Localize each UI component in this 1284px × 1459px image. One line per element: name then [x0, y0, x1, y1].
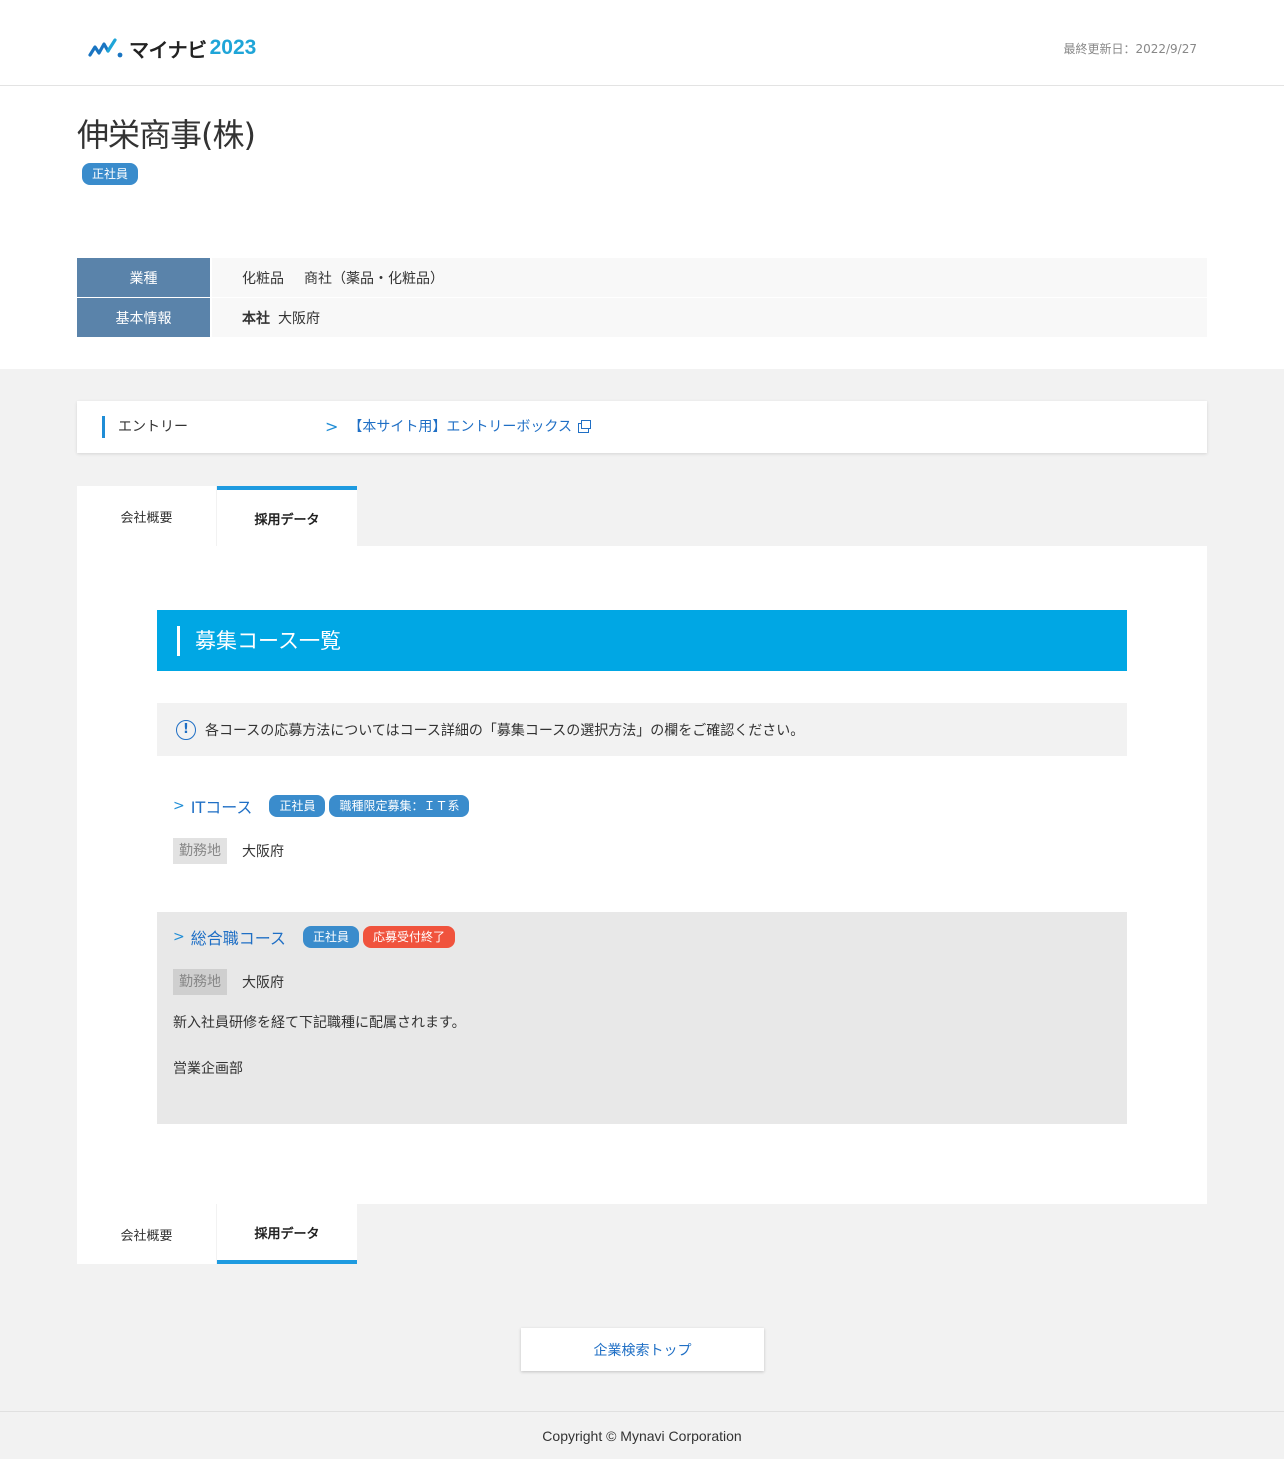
course-list-header: 募集コース一覧: [157, 610, 1127, 671]
location-label: 勤務地: [173, 838, 227, 864]
course-name[interactable]: 総合職コース: [191, 925, 286, 949]
site-header: マイナビ 2023 最終更新日：2022/9/27: [0, 0, 1284, 86]
mynavi-logo[interactable]: マイナビ 2023: [88, 34, 256, 62]
entry-box: エントリー > 【本サイト用】エントリーボックス: [77, 401, 1207, 453]
hq-value: 大阪府: [278, 310, 320, 327]
industry-value: 化粧品 商社（薬品・化粧品）: [212, 258, 1207, 297]
location-label: 勤務地: [173, 969, 227, 995]
logo-text: マイナビ: [129, 37, 207, 62]
industry-value-2: 商社（薬品・化粧品）: [304, 270, 444, 287]
tab-recruit-data[interactable]: 採用データ: [217, 1204, 357, 1264]
tab-bar-bottom: 会社概要 採用データ: [77, 1204, 357, 1264]
logo-year: 2023: [209, 36, 257, 59]
last-updated: 最終更新日：2022/9/27: [1063, 42, 1197, 56]
course-item: > 総合職コース 正社員 応募受付終了 勤務地 大阪府 新入社員研修を経て下記職…: [157, 912, 1127, 1124]
mynavi-logo-icon: [88, 38, 123, 58]
footer-copyright: Copyright © Mynavi Corporation: [0, 1411, 1284, 1459]
entry-box-link-label[interactable]: 【本サイト用】エントリーボックス: [348, 416, 572, 438]
industry-value-1: 化粧品: [242, 270, 284, 287]
recruit-content: 募集コース一覧 ! 各コースの応募方法についてはコース詳細の「募集コースの選択方…: [77, 546, 1207, 1204]
location-value: 大阪府: [242, 975, 284, 991]
job-category-badge: 職種限定募集：ＩＴ系: [329, 795, 470, 817]
basic-info-row: 基本情報 本社 大阪府: [77, 298, 1207, 337]
chevron-right-icon: >: [173, 798, 185, 814]
company-summary: 伸栄商事(株) 正社員 業種 化粧品 商社（薬品・化粧品） 基本情報 本社 大阪…: [0, 86, 1284, 369]
tab-recruit-data[interactable]: 採用データ: [217, 486, 357, 546]
course-location: 勤務地 大阪府: [173, 838, 1127, 864]
course-description: 新入社員研修を経て下記職種に配属されます。: [173, 1015, 466, 1031]
course-department: 営業企画部: [173, 1061, 243, 1077]
chevron-right-icon: >: [325, 417, 339, 436]
basic-info-value: 本社 大阪府: [212, 298, 1207, 337]
entry-box-link[interactable]: > 【本サイト用】エントリーボックス: [325, 416, 591, 438]
employment-badge: 正社員: [302, 926, 359, 948]
application-closed-badge: 応募受付終了: [362, 926, 455, 948]
course-name[interactable]: ITコース: [191, 794, 253, 818]
tab-company-overview[interactable]: 会社概要: [77, 1204, 217, 1264]
course-list-title: 募集コース一覧: [177, 626, 341, 656]
location-value: 大阪府: [242, 844, 284, 860]
course-link-general[interactable]: > 総合職コース: [173, 925, 286, 949]
course-item: > ITコース 正社員 職種限定募集：ＩＴ系 勤務地 大阪府: [157, 781, 1127, 881]
company-info-table: 業種 化粧品 商社（薬品・化粧品） 基本情報 本社 大阪府: [77, 258, 1207, 338]
industry-row: 業種 化粧品 商社（薬品・化粧品）: [77, 258, 1207, 297]
industry-label: 業種: [77, 258, 210, 297]
exclamation-icon: !: [176, 719, 196, 740]
tab-bar-top: 会社概要 採用データ: [77, 486, 357, 546]
course-link-it[interactable]: > ITコース: [173, 794, 252, 818]
tab-company-overview[interactable]: 会社概要: [77, 486, 217, 546]
company-name: 伸栄商事(株): [77, 116, 256, 154]
employment-badge: 正社員: [269, 795, 326, 817]
course-head: > 総合職コース 正社員 応募受付終了: [173, 925, 1127, 949]
notice-text: 各コースの応募方法についてはコース詳細の「募集コースの選択方法」の欄をご確認くだ…: [205, 722, 805, 739]
hq-label: 本社: [242, 310, 270, 327]
application-notice: ! 各コースの応募方法についてはコース詳細の「募集コースの選択方法」の欄をご確認…: [157, 703, 1127, 756]
course-head: > ITコース 正社員 職種限定募集：ＩＴ系: [173, 794, 1127, 818]
chevron-right-icon: >: [173, 929, 185, 945]
external-window-icon: [578, 420, 591, 433]
company-search-top-button[interactable]: 企業検索トップ: [521, 1328, 764, 1371]
basic-info-label: 基本情報: [77, 298, 210, 337]
entry-label: エントリー: [102, 416, 188, 438]
employment-badge: 正社員: [82, 163, 139, 185]
course-location: 勤務地 大阪府: [173, 969, 1127, 995]
